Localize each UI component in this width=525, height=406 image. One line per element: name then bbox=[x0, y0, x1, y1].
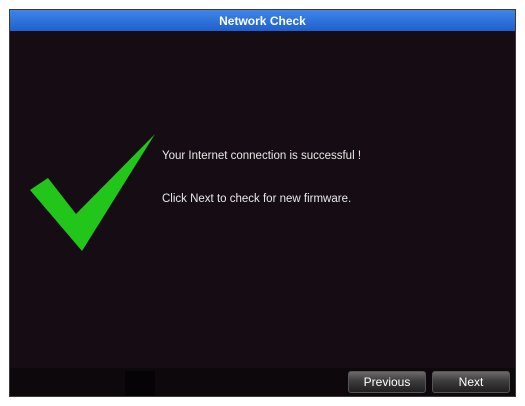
footer-block bbox=[125, 371, 155, 396]
dialog-titlebar: Network Check bbox=[10, 10, 515, 31]
next-button[interactable]: Next bbox=[432, 371, 510, 393]
previous-button[interactable]: Previous bbox=[348, 371, 426, 393]
dialog-title: Network Check bbox=[219, 13, 306, 28]
dialog-content: Your Internet connection is successful !… bbox=[10, 31, 515, 370]
checkmark-icon bbox=[30, 134, 155, 251]
network-check-dialog: Network Check Your Internet connection i… bbox=[9, 9, 516, 397]
dialog-footer: Previous Next bbox=[10, 368, 515, 396]
success-message: Your Internet connection is successful ! bbox=[162, 150, 362, 162]
next-instruction: Click Next to check for new firmware. bbox=[162, 193, 352, 205]
